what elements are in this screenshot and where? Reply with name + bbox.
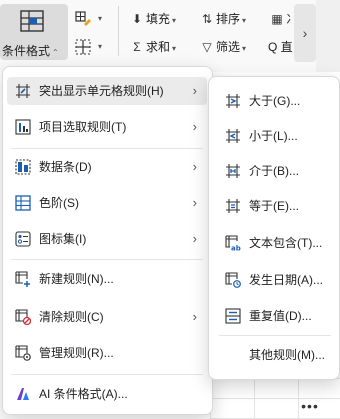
menu-item-clear-rules[interactable]: 清除规则(C) › <box>7 303 207 331</box>
conditional-format-label: 条件格式 <box>2 44 51 58</box>
sum-button[interactable]: Σ 求和 ▾ <box>128 36 176 58</box>
svg-text:ab: ab <box>231 245 241 252</box>
submenu-item-between[interactable]: 介于(B)... <box>213 157 335 185</box>
submenu-item-label: 重复值(D)... <box>249 309 312 323</box>
menu-item-label: 清除规则(C) <box>39 310 104 324</box>
chevron-up-icon: ⌃ <box>52 48 59 57</box>
submenu-item-greater-than[interactable]: 大于(G)... <box>213 87 335 115</box>
submenu-item-less-than[interactable]: 小于(L)... <box>213 122 335 150</box>
chevron-right-icon: › <box>192 195 197 210</box>
submenu-item-label: 等于(E)... <box>249 199 299 213</box>
highlight-cells-icon <box>16 84 30 98</box>
less-than-icon <box>226 129 240 143</box>
app-root: 条件格式 ⌃ ▾ ▾ ⬇ 填充 ▾ Σ 求和 ▾ ⇅ 排序 ▾ ▽ 筛选 ▾ ▦ 冫 <box>0 0 340 419</box>
find-button[interactable]: Q 直 <box>268 36 293 58</box>
filter-label: 筛选 <box>216 40 241 54</box>
between-icon <box>226 164 240 178</box>
submenu-item-label: 大于(G)... <box>249 94 301 108</box>
ribbon-divider <box>118 6 119 56</box>
menu-item-label: 项目选取规则(T) <box>39 120 127 134</box>
filter-button[interactable]: ▽ 筛选 ▾ <box>198 36 246 58</box>
conditional-format-icon <box>20 10 44 32</box>
more-options-button[interactable]: ••• <box>296 398 324 418</box>
sort-button[interactable]: ⇅ 排序 ▾ <box>198 8 246 30</box>
table-icon: ▦ <box>271 12 283 26</box>
color-scales-icon <box>15 195 31 211</box>
menu-divider <box>11 148 203 149</box>
chevron-right-icon: › <box>192 83 197 98</box>
menu-item-color-scales[interactable]: 色阶(S) › <box>7 189 207 217</box>
menu-item-new-rule[interactable]: 新建规则(N)... <box>7 265 207 293</box>
submenu-item-label: 文本包含(T)... <box>249 236 323 250</box>
ribbon-edge <box>316 0 340 72</box>
fill-button[interactable]: ⬇ 填充 ▾ <box>128 8 176 30</box>
submenu-item-label: 发生日期(A)... <box>249 273 323 287</box>
chevron-right-icon: › <box>192 309 197 324</box>
menu-item-label: AI 条件格式(A)... <box>39 387 128 401</box>
chevron-down-icon: ▾ <box>242 44 247 53</box>
menu-item-label: 管理规则(R)... <box>39 346 114 360</box>
chevron-down-icon: ▾ <box>172 44 177 53</box>
menu-divider <box>219 335 331 336</box>
submenu-item-text-contains[interactable]: ab 文本包含(T)... <box>213 229 335 257</box>
submenu-item-date-occurring[interactable]: 发生日期(A)... <box>213 266 335 294</box>
duplicate-values-icon <box>225 308 241 324</box>
menu-item-manage-rules[interactable]: 管理规则(R)... <box>7 339 207 367</box>
greater-than-icon <box>226 94 240 108</box>
clear-rules-icon <box>15 309 31 325</box>
submenu-item-other-rules[interactable]: 其他规则(M)... <box>213 341 335 369</box>
find-label: Q 直 <box>268 40 293 54</box>
submenu-item-label: 介于(B)... <box>249 164 299 178</box>
chevron-right-icon: › <box>192 159 197 174</box>
menu-item-label: 突出显示单元格规则(H) <box>39 84 164 98</box>
new-rule-icon <box>15 271 30 287</box>
icon-sets-icon <box>15 231 31 247</box>
sort-label: 排序 <box>216 12 241 26</box>
sort-icon: ⇅ <box>201 12 213 26</box>
text-contains-icon: ab <box>225 235 241 251</box>
menu-divider <box>11 259 203 260</box>
chevron-down-icon[interactable]: ▾ <box>98 14 102 23</box>
chevron-down-icon: ▾ <box>172 16 177 25</box>
data-bars-icon <box>15 159 31 175</box>
manage-rules-icon <box>15 345 31 361</box>
equal-to-icon <box>226 199 240 213</box>
menu-item-label: 新建规则(N)... <box>39 272 114 286</box>
conditional-format-button[interactable]: 条件格式 ⌃ <box>0 4 68 60</box>
ribbon-scroll-right[interactable]: › <box>294 4 316 62</box>
fill-label: 填充 <box>146 12 171 26</box>
menu-item-top-bottom-rules[interactable]: 项目选取规则(T) › <box>7 113 207 141</box>
menu-divider <box>11 374 203 375</box>
submenu-item-label: 小于(L)... <box>249 129 298 143</box>
conditional-format-menu: 突出显示单元格规则(H) › 项目选取规则(T) › 数据条(D) › 色阶(S… <box>2 66 213 415</box>
chevron-right-icon: › <box>192 119 197 134</box>
borders-icon[interactable] <box>74 38 92 56</box>
menu-item-icon-sets[interactable]: 图标集(I) › <box>7 225 207 253</box>
submenu-item-duplicate-values[interactable]: 重复值(D)... <box>213 302 335 330</box>
top-bottom-rules-icon <box>15 119 31 135</box>
highlight-cells-submenu: 大于(G)... 小于(L)... 介于(B)... 等于(E)... ab 文… <box>208 76 340 380</box>
submenu-item-equal-to[interactable]: 等于(E)... <box>213 192 335 220</box>
date-occurring-icon <box>225 272 241 288</box>
menu-item-label: 图标集(I) <box>39 232 87 246</box>
ai-icon <box>17 388 29 400</box>
sigma-icon: Σ <box>133 40 141 54</box>
format-paint-icon[interactable] <box>74 10 92 28</box>
submenu-item-label: 其他规则(M)... <box>249 348 325 362</box>
ribbon-toolbar: 条件格式 ⌃ ▾ ▾ ⬇ 填充 ▾ Σ 求和 ▾ ⇅ 排序 ▾ ▽ 筛选 ▾ ▦ 冫 <box>0 0 340 72</box>
sum-label: 求和 <box>146 40 171 54</box>
chevron-right-icon: › <box>192 231 197 246</box>
fill-down-icon: ⬇ <box>131 12 143 26</box>
menu-item-label: 数据条(D) <box>39 160 92 174</box>
menu-item-ai-conditional-format[interactable]: AI 条件格式(A)... <box>7 380 207 408</box>
chevron-right-icon: › <box>302 25 308 41</box>
menu-item-data-bars[interactable]: 数据条(D) › <box>7 153 207 181</box>
menu-item-label: 色阶(S) <box>39 196 79 210</box>
chevron-down-icon[interactable]: ▾ <box>98 42 102 51</box>
menu-item-highlight-cells[interactable]: 突出显示单元格规则(H) › <box>7 77 207 105</box>
filter-icon: ▽ <box>202 40 212 54</box>
chevron-down-icon: ▾ <box>242 16 247 25</box>
